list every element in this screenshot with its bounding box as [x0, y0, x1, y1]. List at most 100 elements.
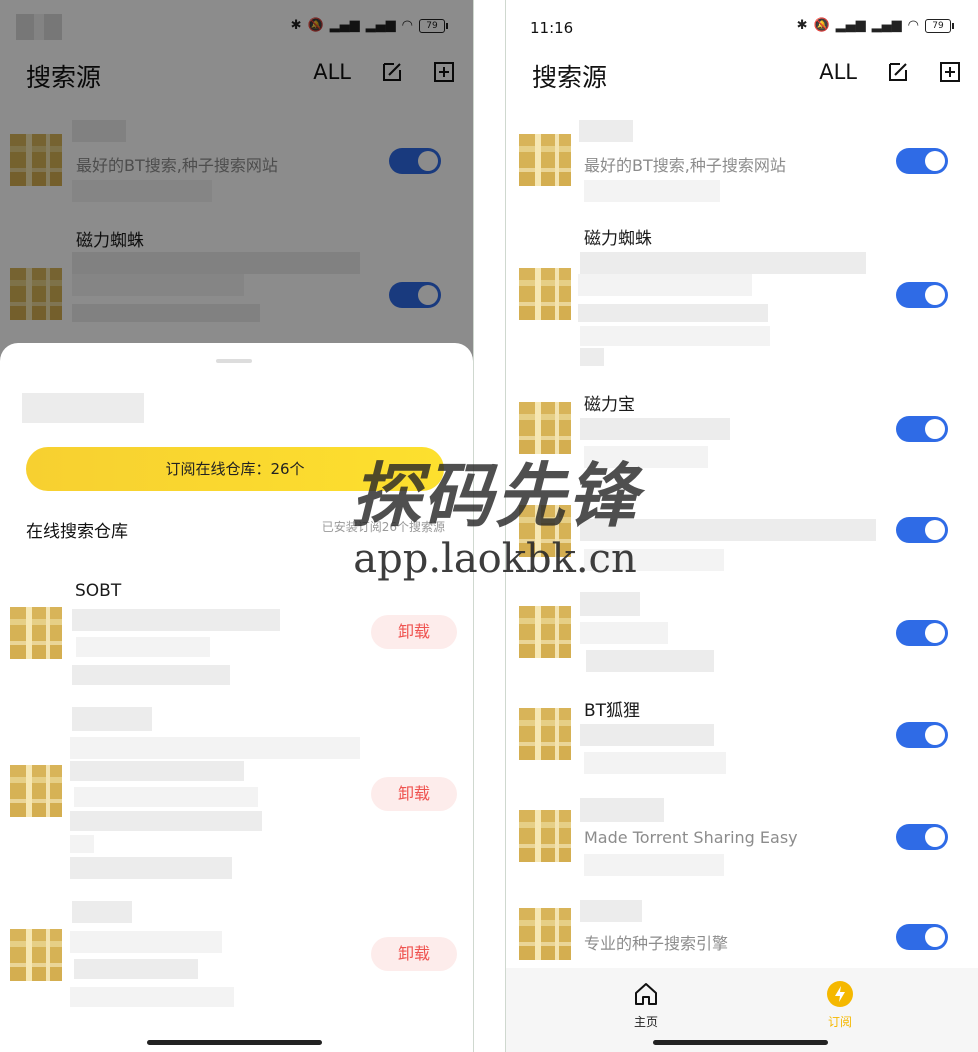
- nav-home[interactable]: 主页: [616, 980, 676, 1030]
- nav-home-label: 主页: [633, 1015, 658, 1029]
- toggle-knob: [925, 623, 945, 643]
- toggle-knob: [925, 520, 945, 540]
- toggle-knob: [925, 151, 945, 171]
- uninstall-button[interactable]: 卸载: [371, 937, 457, 971]
- uninstall-button[interactable]: 卸载: [371, 615, 457, 649]
- source-desc: 最好的BT搜索,种子搜索网站: [584, 156, 786, 175]
- source-thumbnail: [519, 505, 571, 557]
- blurred-name: [580, 900, 642, 922]
- source-row[interactable]: 磁力宝: [506, 388, 978, 478]
- source-name: 磁力蜘蛛: [584, 229, 652, 249]
- source-thumbnail: [519, 134, 571, 186]
- repo-thumbnail: [10, 765, 62, 817]
- repo-item: 卸载: [0, 707, 473, 887]
- blurred-url: [584, 854, 724, 876]
- source-row[interactable]: Made Torrent Sharing Easy: [506, 796, 978, 886]
- lightning-icon: [827, 981, 853, 1007]
- source-row[interactable]: 最好的BT搜索,种子搜索网站: [506, 120, 978, 210]
- repo-item: SOBT 卸载: [0, 579, 473, 689]
- signal-icon: ▂▄▆: [835, 18, 866, 33]
- source-toggle[interactable]: [896, 924, 948, 950]
- source-desc: Made Torrent Sharing Easy: [584, 828, 798, 847]
- page-title: 搜索源: [532, 63, 608, 92]
- blurred-desc: [580, 252, 866, 274]
- status-bar: 11:16 ✱ 🔕 ▂▄▆ ▂▄▆ ◠ 79: [506, 0, 978, 56]
- blurred-desc: [580, 326, 770, 346]
- blurred-name: [579, 120, 633, 142]
- source-row[interactable]: 专业的种子搜索引擎: [506, 898, 978, 966]
- blurred-url: [584, 752, 726, 774]
- blurred-desc: [72, 609, 280, 631]
- repo-item: 卸载: [0, 901, 473, 1011]
- blurred-name: [580, 592, 640, 616]
- blurred-desc: [70, 931, 222, 953]
- home-indicator[interactable]: [147, 1040, 322, 1045]
- repo-bottom-sheet: 订阅在线仓库：26个 在线搜索仓库 已安装订阅26个搜索源 SOBT 卸载 卸载: [0, 343, 473, 1052]
- right-phone-screen: 11:16 ✱ 🔕 ▂▄▆ ▂▄▆ ◠ 79 搜索源 ALL 最好的BT搜索,种…: [505, 0, 978, 1052]
- source-row[interactable]: 磁力蜘蛛: [506, 222, 978, 370]
- toggle-knob: [925, 927, 945, 947]
- repo-thumbnail: [10, 929, 62, 981]
- source-toggle[interactable]: [896, 517, 948, 543]
- bluetooth-icon: ✱: [796, 18, 808, 33]
- source-toggle[interactable]: [896, 148, 948, 174]
- source-thumbnail: [519, 268, 571, 320]
- blurred-desc: [70, 835, 94, 853]
- blurred-desc: [70, 761, 244, 781]
- repo-installed-count: 已安装订阅26个搜索源: [321, 520, 445, 534]
- blurred-url: [70, 987, 234, 1007]
- blurred-url: [580, 348, 604, 366]
- battery-icon: 79: [925, 18, 954, 33]
- source-desc: 专业的种子搜索引擎: [584, 934, 729, 953]
- blurred-url: [584, 446, 708, 468]
- source-toggle[interactable]: [896, 282, 948, 308]
- source-toggle[interactable]: [896, 416, 948, 442]
- uninstall-button[interactable]: 卸载: [371, 777, 457, 811]
- nav-subscribe[interactable]: 订阅: [810, 980, 870, 1030]
- source-name: BT狐狸: [584, 701, 641, 721]
- left-phone-screen: ✱ 🔕 ▂▄▆ ▂▄▆ ◠ 79 搜索源 ALL 最好的BT搜索,种子搜索网站 …: [0, 0, 474, 1052]
- source-thumbnail: [519, 708, 571, 760]
- repo-section-title: 在线搜索仓库: [26, 522, 128, 542]
- edit-icon[interactable]: [887, 61, 909, 83]
- source-toggle[interactable]: [896, 824, 948, 850]
- source-toggle[interactable]: [896, 620, 948, 646]
- mute-bell-icon: 🔕: [813, 18, 830, 33]
- blurred-url: [584, 180, 720, 202]
- source-thumbnail: [519, 810, 571, 862]
- home-icon: [635, 983, 657, 1005]
- source-thumbnail: [519, 606, 571, 658]
- wifi-icon: ◠: [907, 18, 919, 33]
- screens-gap: [474, 0, 504, 1052]
- all-button[interactable]: ALL: [819, 60, 857, 84]
- status-icons: ✱ 🔕 ▂▄▆ ▂▄▆ ◠ 79: [796, 18, 954, 33]
- blurred-desc: [580, 724, 714, 746]
- blurred-url: [584, 549, 724, 571]
- source-toggle[interactable]: [896, 722, 948, 748]
- blurred-sheet-title: [22, 393, 144, 423]
- toggle-knob: [925, 827, 945, 847]
- blurred-desc: [580, 519, 876, 541]
- subscribe-repo-button[interactable]: 订阅在线仓库：26个: [26, 447, 444, 491]
- blurred-desc: [74, 787, 258, 807]
- signal-icon: ▂▄▆: [871, 18, 902, 33]
- source-row[interactable]: [506, 590, 978, 680]
- drag-handle[interactable]: [216, 359, 252, 363]
- source-row[interactable]: [506, 505, 978, 575]
- source-thumbnail: [519, 402, 571, 454]
- source-thumbnail: [519, 908, 571, 960]
- blurred-desc: [580, 418, 730, 440]
- header-actions: ALL: [819, 60, 961, 84]
- blurred-desc: [70, 737, 360, 759]
- add-box-icon[interactable]: [939, 61, 961, 83]
- status-time: 11:16: [530, 19, 574, 37]
- toggle-knob: [925, 419, 945, 439]
- source-name: 磁力宝: [584, 395, 635, 415]
- repo-thumbnail: [10, 607, 62, 659]
- home-indicator[interactable]: [653, 1040, 828, 1045]
- blurred-desc: [74, 959, 198, 979]
- source-row[interactable]: BT狐狸: [506, 694, 978, 784]
- blurred-desc: [578, 274, 752, 296]
- blurred-url: [72, 665, 230, 685]
- nav-subscribe-label: 订阅: [827, 1015, 852, 1029]
